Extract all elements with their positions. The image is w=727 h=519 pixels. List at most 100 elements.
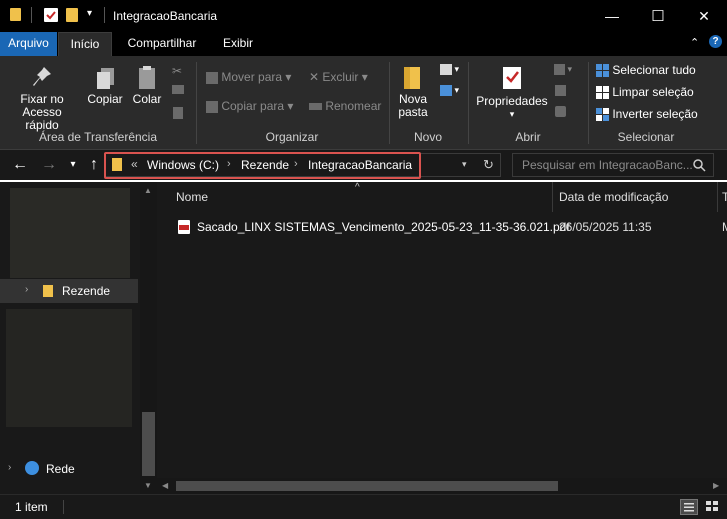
- column-divider[interactable]: [717, 182, 718, 212]
- cut-icon[interactable]: ✂: [172, 64, 182, 78]
- divider: [31, 7, 32, 23]
- address-dropdown-icon[interactable]: ▾: [462, 159, 467, 170]
- new-folder-button[interactable]: Nova pasta: [394, 64, 432, 119]
- large-icons-view-icon: [706, 501, 718, 511]
- open-button[interactable]: ▾: [554, 64, 572, 76]
- tab-inicio[interactable]: Início: [58, 32, 112, 56]
- pin-icon: [33, 67, 51, 86]
- select-all-button[interactable]: Selecionar tudo: [596, 63, 696, 78]
- maximize-button[interactable]: ☐: [635, 0, 681, 32]
- group-clipboard-label: Área de Transferência: [38, 130, 158, 144]
- horizontal-scrollbar[interactable]: ◀ ▶: [157, 478, 727, 494]
- history-icon[interactable]: [555, 106, 566, 117]
- rename-label: Renomear: [325, 99, 382, 113]
- move-to-icon: [206, 71, 218, 84]
- status-bar: 1 item: [0, 494, 727, 519]
- network-icon: [25, 461, 39, 475]
- help-icon[interactable]: ?: [709, 35, 722, 48]
- divider: [104, 7, 105, 23]
- paste-button[interactable]: Colar: [128, 64, 166, 106]
- properties-quick-icon[interactable]: [44, 8, 58, 22]
- copy-to-label: Copiar para: [221, 99, 285, 113]
- pin-quick-access-button[interactable]: Fixar no Acesso rápido: [4, 64, 80, 132]
- chevron-right-icon[interactable]: ›: [8, 462, 11, 473]
- column-type[interactable]: T: [722, 190, 727, 204]
- up-button[interactable]: ↑: [84, 155, 104, 175]
- scroll-right-icon[interactable]: ▶: [713, 481, 719, 490]
- back-button[interactable]: ←: [10, 155, 30, 175]
- file-list: ^ Nome Data de modificação T Sacado_LINX…: [157, 182, 727, 494]
- group-separator: [588, 62, 589, 144]
- tab-arquivo[interactable]: Arquivo: [0, 32, 57, 56]
- paste-shortcut-icon[interactable]: [173, 107, 183, 119]
- copy-button[interactable]: Copiar: [84, 64, 126, 106]
- properties-dropdown-icon: ▾: [509, 109, 515, 119]
- new-folder-icon: [404, 67, 420, 89]
- column-modified[interactable]: Data de modificação: [559, 190, 668, 204]
- close-button[interactable]: ✕: [681, 0, 727, 32]
- nav-network-label: Rede: [46, 462, 75, 476]
- invert-selection-button[interactable]: Inverter seleção: [596, 107, 698, 122]
- easy-access-button[interactable]: ▾: [440, 85, 459, 97]
- easy-access-icon: [440, 85, 452, 97]
- nav-scrollbar[interactable]: ▲ ▼: [140, 182, 157, 494]
- select-all-label: Selecionar tudo: [612, 63, 696, 77]
- delete-button[interactable]: ✕ Excluir ▾: [309, 70, 368, 84]
- copy-to-button[interactable]: Copiar para ▾: [206, 99, 293, 113]
- forward-button[interactable]: →: [39, 155, 59, 175]
- quick-access-dropdown-icon[interactable]: ▾: [87, 8, 92, 19]
- group-separator: [196, 62, 197, 144]
- rename-icon: [309, 103, 322, 111]
- tab-compartilhar[interactable]: Compartilhar: [118, 32, 206, 56]
- chevron-right-icon[interactable]: ›: [25, 284, 28, 295]
- move-to-label: Mover para: [221, 70, 283, 84]
- move-to-button[interactable]: Mover para ▾: [206, 70, 291, 84]
- scroll-up-icon[interactable]: ▲: [144, 186, 152, 195]
- minimize-button[interactable]: —: [589, 0, 635, 32]
- large-icons-view-button[interactable]: [704, 499, 722, 515]
- pin-label-2: Acesso rápido: [22, 105, 62, 132]
- scroll-down-icon[interactable]: ▼: [144, 481, 152, 490]
- new-item-button[interactable]: ▾: [440, 64, 459, 76]
- pdf-file-icon: [178, 220, 190, 234]
- properties-button[interactable]: Propriedades ▾: [474, 64, 550, 121]
- clear-selection-button[interactable]: Limpar seleção: [596, 85, 694, 100]
- column-divider[interactable]: [552, 182, 553, 212]
- blurred-region: [10, 188, 130, 278]
- refresh-icon[interactable]: ↻: [483, 157, 494, 173]
- copy-label: Copiar: [87, 92, 123, 106]
- edit-icon[interactable]: [555, 85, 566, 96]
- collapse-ribbon-icon[interactable]: ⌃: [690, 36, 699, 49]
- scroll-left-icon[interactable]: ◀: [162, 481, 168, 490]
- search-icon: [693, 159, 706, 172]
- details-view-button[interactable]: [680, 499, 698, 515]
- details-view-icon: [684, 503, 694, 512]
- folder-icon: [10, 8, 21, 21]
- open-icon: [554, 64, 565, 76]
- file-row[interactable]: Sacado_LINX SISTEMAS_Vencimento_2025-05-…: [167, 216, 727, 238]
- nav-rezende-label: Rezende: [62, 284, 111, 298]
- group-separator: [389, 62, 390, 144]
- nav-item-network[interactable]: › Rede: [0, 458, 138, 480]
- tab-exibir[interactable]: Exibir: [212, 32, 264, 56]
- ribbon: Fixar no Acesso rápido Copiar Colar ✂ Ár…: [0, 56, 727, 150]
- title-bar: ▾ IntegracaoBancaria — ☐ ✕: [0, 0, 727, 32]
- nav-item-rezende[interactable]: › Rezende: [0, 279, 138, 303]
- group-separator: [468, 62, 469, 144]
- scroll-thumb[interactable]: [176, 481, 558, 491]
- rename-button[interactable]: Renomear: [309, 99, 381, 113]
- scroll-thumb[interactable]: [142, 412, 155, 476]
- clear-selection-icon: [596, 86, 609, 100]
- copy-path-icon[interactable]: [172, 85, 184, 94]
- invert-selection-label: Inverter seleção: [612, 107, 698, 121]
- properties-label: Propriedades: [476, 94, 548, 108]
- select-all-icon: [596, 64, 609, 78]
- paste-icon: [139, 66, 155, 89]
- search-input[interactable]: Pesquisar em IntegracaoBanc...: [512, 153, 714, 177]
- copy-to-icon: [206, 100, 218, 113]
- folder-icon: [43, 285, 53, 297]
- window-title: IntegracaoBancaria: [113, 9, 218, 23]
- new-folder-quick-icon[interactable]: [66, 8, 78, 22]
- column-name[interactable]: Nome: [176, 190, 208, 204]
- recent-locations-button[interactable]: ▾: [63, 155, 83, 175]
